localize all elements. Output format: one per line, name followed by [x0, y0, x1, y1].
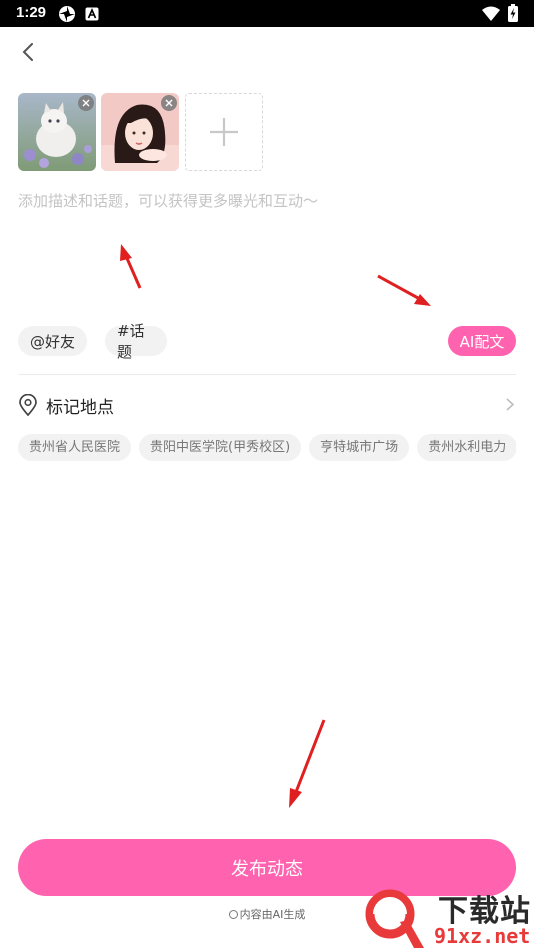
plus-icon — [210, 118, 238, 146]
divider — [18, 374, 516, 375]
add-topic-button[interactable]: #话题 — [105, 322, 167, 361]
ai-caption-button[interactable]: AI配文 — [448, 326, 516, 356]
watermark-url: 91xz.net — [434, 924, 531, 948]
location-suggestion-chip[interactable]: 贵阳中医学院(甲秀校区) — [139, 434, 302, 461]
pinwheel-icon — [58, 5, 76, 27]
remove-photo-button[interactable] — [161, 95, 177, 111]
mention-friend-button[interactable]: @好友 — [18, 326, 87, 356]
a-badge-icon — [85, 6, 99, 25]
chevron-right-icon — [506, 398, 514, 411]
watermark: 下载站 91xz.net — [362, 884, 534, 950]
photo-girl-portrait[interactable] — [101, 93, 179, 171]
mark-location-label: 标记地点 — [46, 397, 114, 418]
location-pin-icon — [19, 394, 37, 416]
add-topic-label: #话题 — [117, 322, 145, 361]
ai-note-radio[interactable] — [228, 909, 238, 919]
location-suggestions: 贵州省人民医院 贵阳中医学院(甲秀校区) 亨特城市广场 贵州水利电力 — [18, 434, 516, 462]
status-bar: 1:29 — [0, 0, 534, 27]
annotation-arrow — [289, 719, 326, 808]
ai-note-text: 内容由AI生成 — [239, 908, 306, 921]
photo-white-cat[interactable] — [18, 93, 96, 171]
description-input[interactable] — [18, 190, 516, 300]
location-suggestion-chip[interactable]: 贵州省人民医院 — [18, 434, 132, 461]
back-button[interactable] — [14, 38, 42, 66]
back-arrow-icon — [22, 43, 33, 61]
status-time: 1:29 — [16, 4, 47, 21]
publish-label: 发布动态 — [231, 858, 303, 880]
close-icon — [82, 99, 90, 107]
watermark-logo-icon — [365, 889, 424, 948]
location-suggestion-chip[interactable]: 贵州水利电力 — [417, 434, 516, 461]
mark-location-row[interactable]: 标记地点 — [18, 390, 516, 420]
wifi-icon — [482, 6, 500, 25]
close-icon — [165, 99, 173, 107]
add-photo-button[interactable] — [185, 93, 263, 171]
location-suggestion-chip[interactable]: 亨特城市广场 — [309, 434, 410, 461]
ai-caption-label: AI配文 — [459, 332, 505, 351]
battery-charging-icon — [508, 4, 518, 26]
remove-photo-button[interactable] — [78, 95, 94, 111]
mention-friend-label: @好友 — [30, 332, 76, 351]
